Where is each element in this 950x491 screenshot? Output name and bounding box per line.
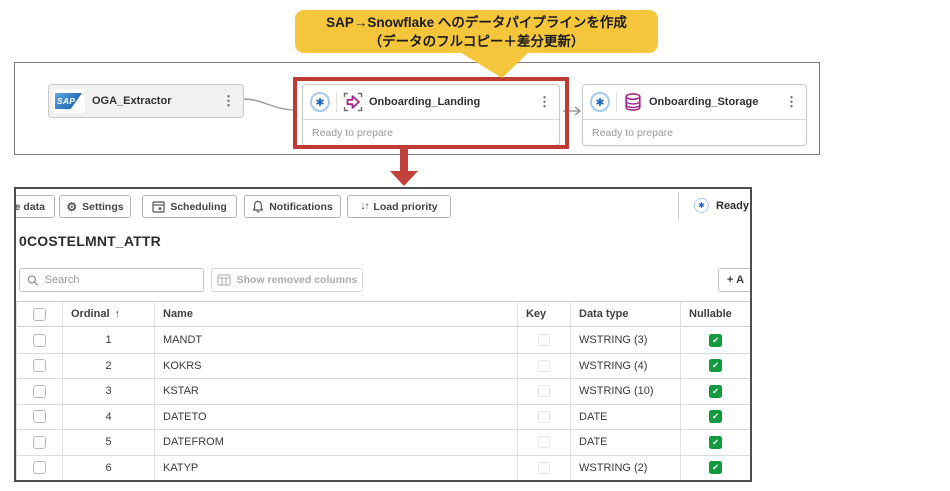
table-row[interactable]: 1 MANDT WSTRING (3) ✔: [16, 328, 750, 354]
key-checkbox[interactable]: [538, 360, 550, 372]
table-row[interactable]: 2 KOKRS WSTRING (4) ✔: [16, 354, 750, 380]
nullable-checkbox[interactable]: ✔: [709, 436, 722, 449]
nullable-checkbox[interactable]: ✔: [709, 359, 722, 372]
row-checkbox[interactable]: [33, 334, 46, 347]
column-header-ordinal[interactable]: Ordinal ↑: [63, 302, 155, 326]
key-checkbox[interactable]: [538, 462, 550, 474]
table-header-row: Ordinal ↑ Name Key Data type Nullable: [16, 301, 750, 327]
search-input[interactable]: [45, 274, 196, 286]
ordinal-value: 3: [63, 379, 155, 404]
dataset-title: 0COSTELMNT_ATTR: [19, 233, 161, 249]
kebab-menu-icon[interactable]: ⋮: [220, 93, 237, 109]
name-value: KSTAR: [155, 379, 518, 404]
key-checkbox[interactable]: [538, 334, 550, 346]
sap-logo-icon: SAP: [55, 93, 82, 109]
table-row[interactable]: 4 DATETO DATE ✔: [16, 405, 750, 431]
red-arrow-shaft: [400, 147, 408, 173]
ordinal-value: 1: [63, 328, 155, 353]
red-highlight-rect: [293, 77, 569, 149]
dataset-ready-indicator: ✱ Ready: [694, 198, 749, 213]
key-checkbox[interactable]: [538, 411, 550, 423]
node-label: OGA_Extractor: [92, 95, 213, 107]
node-status-text: Ready to prepare: [583, 119, 806, 145]
tab-notifications[interactable]: Notifications: [244, 195, 341, 218]
data-type-value: DATE: [571, 430, 681, 455]
table-row[interactable]: 3 KSTAR WSTRING (10) ✔: [16, 379, 750, 405]
ready-status-label: Ready: [716, 200, 749, 212]
row-checkbox[interactable]: [33, 385, 46, 398]
select-all-checkbox[interactable]: [33, 308, 46, 321]
tab-data[interactable]: e data: [14, 195, 55, 218]
name-value: KATYP: [155, 456, 518, 481]
node-label: Onboarding_Storage: [649, 96, 777, 108]
nullable-checkbox[interactable]: ✔: [709, 410, 722, 423]
row-checkbox[interactable]: [33, 359, 46, 372]
search-icon: [27, 274, 39, 287]
column-header-name[interactable]: Name: [155, 302, 518, 326]
gear-icon: ⚙: [66, 200, 77, 214]
data-type-value: WSTRING (10): [571, 379, 681, 404]
tab-load-priority[interactable]: ↓↑ Load priority: [347, 195, 451, 218]
ordinal-value: 4: [63, 405, 155, 430]
calendar-icon: [152, 200, 165, 213]
row-checkbox[interactable]: [33, 461, 46, 474]
data-type-value: WSTRING (3): [571, 328, 681, 353]
ordinal-value: 6: [63, 456, 155, 481]
dataset-detail-panel: e data ⚙ Settings Scheduling Notificatio…: [14, 187, 752, 482]
row-checkbox[interactable]: [33, 436, 46, 449]
table-row[interactable]: 5 DATEFROM DATE ✔: [16, 430, 750, 456]
nullable-checkbox[interactable]: ✔: [709, 461, 722, 474]
column-header-nullable[interactable]: Nullable: [681, 302, 751, 326]
key-checkbox[interactable]: [538, 385, 550, 397]
annotation-line1: SAP→Snowflake へのデータパイプラインを作成: [326, 13, 627, 32]
tab-settings[interactable]: ⚙ Settings: [59, 195, 131, 218]
search-input-wrapper: [19, 268, 204, 292]
nullable-checkbox[interactable]: ✔: [709, 385, 722, 398]
sort-ascending-icon: ↑: [115, 308, 121, 320]
red-arrow-head: [390, 171, 418, 186]
nullable-checkbox[interactable]: ✔: [709, 334, 722, 347]
add-column-button[interactable]: + A: [718, 268, 752, 292]
screenshot-stage: SAP→Snowflake へのデータパイプラインを作成 （データのフルコピー＋…: [0, 0, 950, 491]
name-value: KOKRS: [155, 354, 518, 379]
show-removed-columns-button[interactable]: Show removed columns: [211, 268, 363, 292]
data-type-value: WSTRING (2): [571, 456, 681, 481]
ready-status-icon: ✱: [694, 198, 709, 213]
kebab-menu-icon[interactable]: ⋮: [783, 94, 800, 110]
annotation-callout: SAP→Snowflake へのデータパイプラインを作成 （データのフルコピー＋…: [295, 10, 658, 53]
divider: [616, 92, 617, 112]
data-type-value: WSTRING (4): [571, 354, 681, 379]
tab-scheduling[interactable]: Scheduling: [142, 195, 237, 218]
sap-logo-chip: SAP: [53, 89, 85, 113]
node-oga-extractor[interactable]: SAP OGA_Extractor ⋮: [48, 84, 244, 118]
column-header-data-type[interactable]: Data type: [571, 302, 681, 326]
table-body: 1 MANDT WSTRING (3) ✔ 2 KOKRS WSTRING (4…: [16, 328, 750, 481]
column-header-key[interactable]: Key: [518, 302, 571, 326]
storage-database-icon: [623, 92, 643, 112]
ordinal-value: 5: [63, 430, 155, 455]
table-columns-icon: [217, 274, 231, 286]
key-checkbox[interactable]: [538, 436, 550, 448]
name-value: DATEFROM: [155, 430, 518, 455]
connector-curve: [243, 92, 297, 116]
load-priority-icon: ↓↑: [360, 201, 368, 212]
node-onboarding-storage[interactable]: ✱ Onboarding_Storage ⋮ Ready to prepare: [582, 84, 807, 146]
bell-icon: [252, 200, 264, 213]
ready-status-icon: ✱: [590, 92, 610, 112]
annotation-line2: （データのフルコピー＋差分更新）: [369, 32, 585, 51]
table-row[interactable]: 6 KATYP WSTRING (2) ✔: [16, 456, 750, 482]
ordinal-value: 2: [63, 354, 155, 379]
divider: [678, 192, 679, 220]
row-checkbox[interactable]: [33, 410, 46, 423]
name-value: MANDT: [155, 328, 518, 353]
data-type-value: DATE: [571, 405, 681, 430]
name-value: DATETO: [155, 405, 518, 430]
